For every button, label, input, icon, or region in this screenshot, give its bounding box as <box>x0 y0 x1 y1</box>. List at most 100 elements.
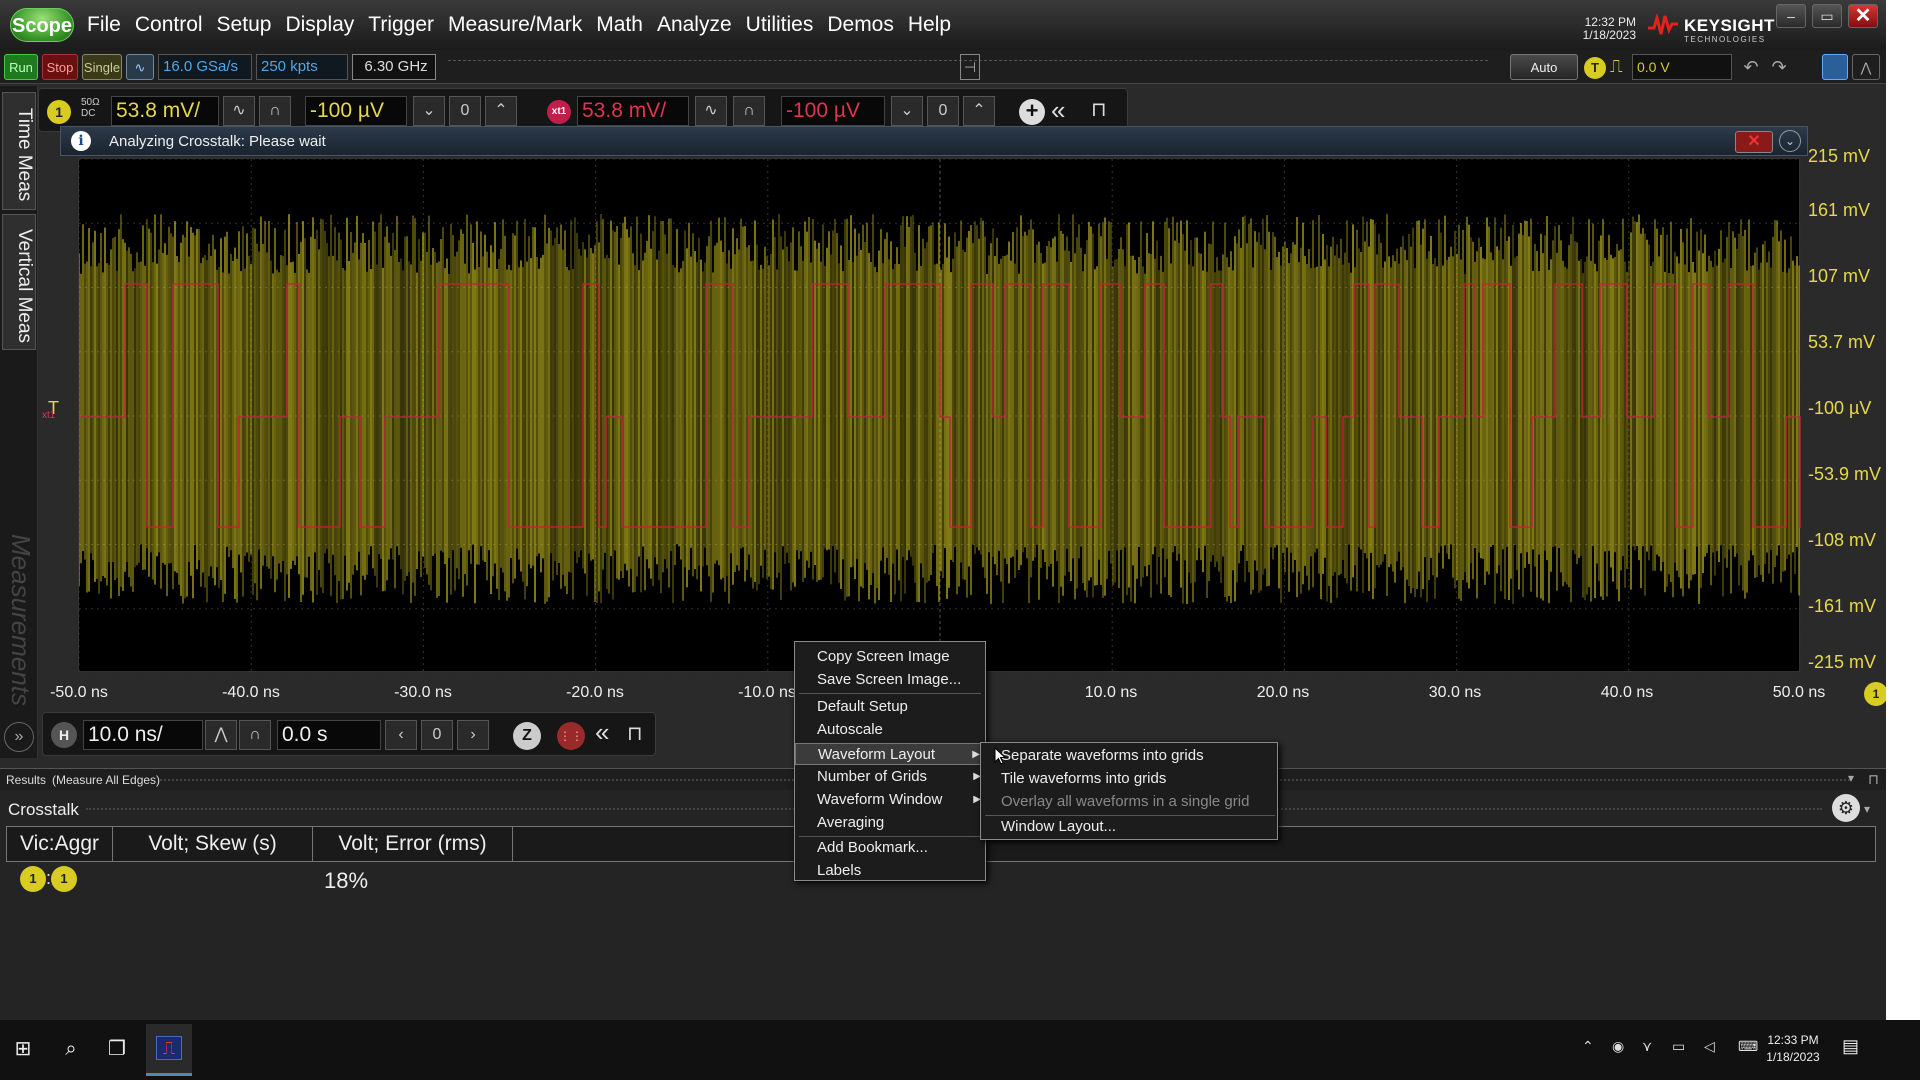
notification-icon[interactable]: ▤ <box>1842 1036 1859 1057</box>
tab-vertical-meas[interactable]: Vertical Meas <box>2 214 36 350</box>
grid-icon[interactable]: ⋮⋮ <box>557 722 585 750</box>
menu-measure-mark[interactable]: Measure/Mark <box>448 13 582 37</box>
xt1-offset-field[interactable]: -100 µV <box>781 96 885 126</box>
pin-icon[interactable]: ⊓ <box>1091 97 1107 122</box>
menu-item-copy-screen-image[interactable]: Copy Screen Image <box>795 646 985 668</box>
menu-item-labels[interactable]: Labels <box>795 860 985 882</box>
bandwidth-field[interactable]: 6.30 GHz <box>352 54 436 80</box>
offset-up-icon[interactable]: ⌃ <box>485 96 517 126</box>
reference-marker[interactable]: 1 <box>1864 682 1888 706</box>
collapse-icon[interactable]: « <box>595 717 609 748</box>
chevron-down-icon[interactable]: ⌄ <box>1779 130 1801 152</box>
dropdown-icon[interactable]: ▾ <box>1848 771 1854 785</box>
xt1-scale-increase-icon[interactable]: ∩ <box>733 96 765 126</box>
tab-measurements[interactable]: Measurements <box>2 466 36 766</box>
offset-down-icon[interactable]: ⌄ <box>413 96 445 126</box>
menu-item-tile-waveforms[interactable]: Tile waveforms into grids <box>981 768 1277 790</box>
memory-depth-field[interactable]: 250 kpts <box>256 54 348 80</box>
menu-math[interactable]: Math <box>596 13 643 37</box>
menu-item-averaging[interactable]: Averaging <box>795 812 985 834</box>
xt1-offset-up-icon[interactable]: ⌃ <box>963 96 995 126</box>
menu-item-add-bookmark[interactable]: Add Bookmark... <box>795 837 985 859</box>
keyboard-icon[interactable]: ⌨ <box>1738 1038 1758 1055</box>
horizontal-chip[interactable]: H <box>51 722 77 748</box>
windows-start-icon[interactable]: ⊞ <box>8 1034 38 1064</box>
collapse-icon[interactable]: « <box>1051 95 1065 126</box>
minimize-button[interactable]: – <box>1776 4 1806 28</box>
menu-setup[interactable]: Setup <box>217 13 272 37</box>
channel-1-offset-field[interactable]: -100 µV <box>305 96 407 126</box>
pin-icon[interactable]: ⊓ <box>1868 771 1879 788</box>
task-view-icon[interactable]: ❐ <box>102 1034 132 1064</box>
redo-icon[interactable]: ↷ <box>1766 54 1792 80</box>
results-tab[interactable]: Results <box>6 773 46 787</box>
column-header[interactable]: Volt; Skew (s) <box>113 827 313 861</box>
stop-button[interactable]: Stop <box>42 54 78 80</box>
menu-help[interactable]: Help <box>908 13 951 37</box>
scope-app-taskbar-button[interactable]: ⎍ <box>146 1024 192 1076</box>
menu-display[interactable]: Display <box>285 13 354 37</box>
menu-item-save-screen-image[interactable]: Save Screen Image... <box>795 669 985 691</box>
rising-edge-icon[interactable]: ⎍ <box>1610 56 1623 77</box>
single-button[interactable]: Single <box>82 54 122 80</box>
gear-icon[interactable]: ⚙ <box>1832 794 1860 822</box>
column-header[interactable]: Vic:Aggr <box>7 827 113 861</box>
sample-rate-field[interactable]: 16.0 GSa/s <box>158 54 252 80</box>
taskbar-clock[interactable]: 12:33 PM 1/18/2023 <box>1758 1032 1828 1066</box>
time-scale-increase-icon[interactable]: ∩ <box>239 720 271 750</box>
menu-utilities[interactable]: Utilities <box>746 13 814 37</box>
xt1-offset-zero-icon[interactable]: 0 <box>927 96 959 126</box>
trigger-source-chip[interactable]: T <box>1584 57 1606 79</box>
measurement-icon[interactable]: ⋀ <box>1852 54 1880 80</box>
tray-keysight-icon[interactable]: ⋎ <box>1642 1038 1652 1055</box>
menu-control[interactable]: Control <box>135 13 203 37</box>
add-channel-icon[interactable]: + <box>1019 99 1045 125</box>
menu-item-window-layout[interactable]: Window Layout... <box>981 816 1277 838</box>
volume-icon[interactable]: ◁ <box>1704 1038 1715 1055</box>
xt1-scale-decrease-icon[interactable]: ∿ <box>695 96 727 126</box>
time-scale-decrease-icon[interactable]: ⋀ <box>205 720 237 750</box>
menu-demos[interactable]: Demos <box>827 13 894 37</box>
menu-item-waveform-layout[interactable]: Waveform Layout ▶ <box>795 743 985 765</box>
xt1-offset-down-icon[interactable]: ⌄ <box>891 96 923 126</box>
waveform-graticule[interactable] <box>78 158 1801 673</box>
scope-button[interactable]: Scope <box>10 8 74 42</box>
menu-item-autoscale[interactable]: Autoscale <box>795 719 985 741</box>
scale-decrease-icon[interactable]: ∿ <box>223 96 255 126</box>
time-scale-field[interactable]: 10.0 ns/ <box>83 720 203 750</box>
xt1-scale-field[interactable]: 53.8 mV/ <box>577 96 689 126</box>
time-position-field[interactable]: 0.0 s <box>277 720 381 750</box>
channel-1-scale-field[interactable]: 53.8 mV/ <box>111 96 219 126</box>
position-right-icon[interactable]: › <box>457 720 489 750</box>
maximize-button[interactable]: ▭ <box>1812 4 1842 28</box>
undo-icon[interactable]: ↶ <box>1738 54 1764 80</box>
chevron-up-icon[interactable]: ⌃ <box>1582 1038 1594 1055</box>
search-icon[interactable]: ⌕ <box>56 1034 86 1064</box>
position-zero-icon[interactable]: 0 <box>421 720 453 750</box>
position-left-icon[interactable]: ‹ <box>385 720 417 750</box>
run-button[interactable]: Run <box>4 54 38 80</box>
pin-icon[interactable]: ⊓ <box>627 721 643 746</box>
expand-panel-icon[interactable]: » <box>4 722 34 752</box>
channel-1-chip[interactable]: 1 <box>47 100 71 124</box>
menu-item-default-setup[interactable]: Default Setup <box>795 696 985 718</box>
trigger-mode-button[interactable]: Auto <box>1510 54 1578 80</box>
acquisition-mode-icon[interactable]: ∿ <box>126 54 154 80</box>
dropdown-icon[interactable]: ▾ <box>1864 802 1870 816</box>
zoom-icon[interactable]: Z <box>513 722 541 750</box>
xt1-ground-marker[interactable]: xt1 <box>42 410 55 421</box>
menu-file[interactable]: File <box>87 13 121 37</box>
info-close-button[interactable]: ✕ <box>1735 131 1773 153</box>
menu-item-waveform-window[interactable]: Waveform Window ▶ <box>795 789 985 811</box>
offset-zero-icon[interactable]: 0 <box>449 96 481 126</box>
tab-time-meas[interactable]: Time Meas <box>2 92 36 210</box>
menu-trigger[interactable]: Trigger <box>368 13 434 37</box>
column-header[interactable]: Volt; Error (rms) <box>313 827 513 861</box>
menu-analyze[interactable]: Analyze <box>657 13 732 37</box>
menu-item-number-of-grids[interactable]: Number of Grids ▶ <box>795 766 985 788</box>
tray-app-icon[interactable]: ◉ <box>1612 1038 1624 1055</box>
scale-increase-icon[interactable]: ∩ <box>259 96 291 126</box>
xt1-chip[interactable]: xt1 <box>547 100 571 124</box>
close-button[interactable]: ✕ <box>1848 4 1878 28</box>
menu-item-separate-waveforms[interactable]: Separate waveforms into grids <box>981 745 1277 767</box>
